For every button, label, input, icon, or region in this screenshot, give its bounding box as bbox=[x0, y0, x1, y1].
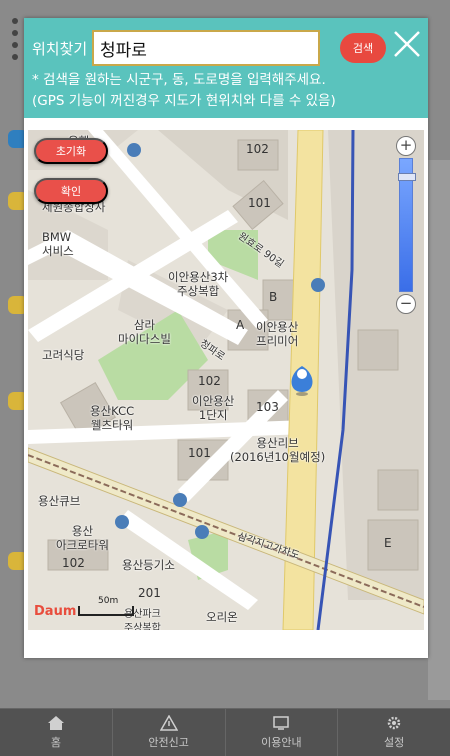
confirm-button[interactable]: 확인 bbox=[34, 178, 108, 204]
map-label-yongsan-cube: 용산큐브 bbox=[38, 494, 81, 508]
logo-text: Daum bbox=[34, 604, 77, 619]
map-label-101-top: 101 bbox=[248, 196, 271, 210]
map-label-e: E bbox=[384, 536, 392, 550]
location-search-dialog: 위치찾기 검색 * 검색을 원하는 시군구, 동, 도로명을 입력해주세요. (… bbox=[24, 18, 428, 658]
nav-home-label: 홈 bbox=[50, 736, 61, 749]
bg-right-panel bbox=[428, 160, 450, 700]
nav-settings-label: 설정 bbox=[384, 736, 405, 749]
map-label-iaan3: 이안용산3차 주상복합 bbox=[168, 270, 229, 298]
zoom-slider[interactable] bbox=[398, 158, 416, 292]
gear-icon bbox=[387, 716, 401, 730]
zoom-control[interactable]: + − bbox=[396, 136, 416, 314]
nav-safety-report-label: 안전신고 bbox=[148, 736, 189, 749]
bottom-navigation: 홈 안전신고 이용안내 설정 bbox=[0, 708, 450, 756]
map-label-goryeo: 고려식당 bbox=[42, 348, 85, 362]
map-label-yongsan-live: 용산리브 (2016년10월예정) bbox=[230, 436, 326, 464]
map-label-iaan1: 이안용산 1단지 bbox=[192, 394, 235, 422]
map-label-yongsan-acro: 용산 아크로타워 bbox=[56, 524, 109, 552]
search-button[interactable]: 검색 bbox=[340, 33, 386, 63]
map-view[interactable]: 은행 102 101 제원종합상사 BMW 서비스 원효로 90길 이안용산3차… bbox=[28, 130, 424, 630]
guide-icon bbox=[273, 716, 290, 730]
map-label-102-mid: 102 bbox=[198, 374, 221, 388]
help-line-2: (GPS 기능이 꺼진경우 지도가 현위치와 다를 수 있음) bbox=[32, 93, 336, 109]
help-text: * 검색을 원하는 시군구, 동, 도로명을 입력해주세요. (GPS 기능이 … bbox=[32, 70, 426, 112]
daum-logo: Daum bbox=[34, 604, 76, 619]
search-input[interactable] bbox=[92, 30, 320, 66]
map-label-bmw: BMW 서비스 bbox=[42, 230, 74, 258]
nav-guide-label: 이용안내 bbox=[261, 736, 302, 749]
nav-home[interactable]: 홈 bbox=[0, 709, 113, 756]
map-label-iaan-premier: 이안용산 프리미어 bbox=[256, 320, 299, 348]
scale-label: 50m bbox=[98, 596, 119, 606]
scale-bar bbox=[78, 606, 134, 616]
map-label-b: B bbox=[269, 290, 278, 304]
map-label-samra: 삼라 마이다스빌 bbox=[118, 318, 171, 346]
menu-dots-icon bbox=[12, 18, 20, 66]
nav-safety-report[interactable]: 안전신고 bbox=[113, 709, 226, 756]
map-label-102-bot: 102 bbox=[62, 556, 85, 570]
map-label-102-top: 102 bbox=[246, 142, 269, 156]
zoom-out-button[interactable]: − bbox=[396, 294, 416, 314]
map-label-kcc: 용산KCC 웰츠타워 bbox=[90, 404, 135, 432]
map-label-101-mid: 101 bbox=[188, 446, 211, 460]
zoom-in-button[interactable]: + bbox=[396, 136, 416, 156]
dialog-header: 위치찾기 검색 * 검색을 원하는 시군구, 동, 도로명을 입력해주세요. (… bbox=[24, 18, 428, 118]
map-label-registry: 용산등기소 bbox=[122, 558, 175, 572]
map-label-orion: 오리온 bbox=[206, 610, 238, 624]
map-label-a: A bbox=[236, 318, 245, 332]
alert-icon bbox=[159, 715, 178, 731]
reset-button[interactable]: 초기화 bbox=[34, 138, 108, 164]
search-label: 위치찾기 bbox=[32, 40, 88, 58]
nav-settings[interactable]: 설정 bbox=[338, 709, 450, 756]
map-label-103: 103 bbox=[256, 400, 279, 414]
close-icon[interactable] bbox=[391, 28, 423, 60]
map-label-201: 201 bbox=[138, 586, 161, 600]
nav-guide[interactable]: 이용안내 bbox=[226, 709, 339, 756]
zoom-slider-thumb[interactable] bbox=[398, 173, 416, 181]
help-line-1: * 검색을 원하는 시군구, 동, 도로명을 입력해주세요. bbox=[32, 72, 326, 88]
home-icon bbox=[47, 716, 64, 730]
